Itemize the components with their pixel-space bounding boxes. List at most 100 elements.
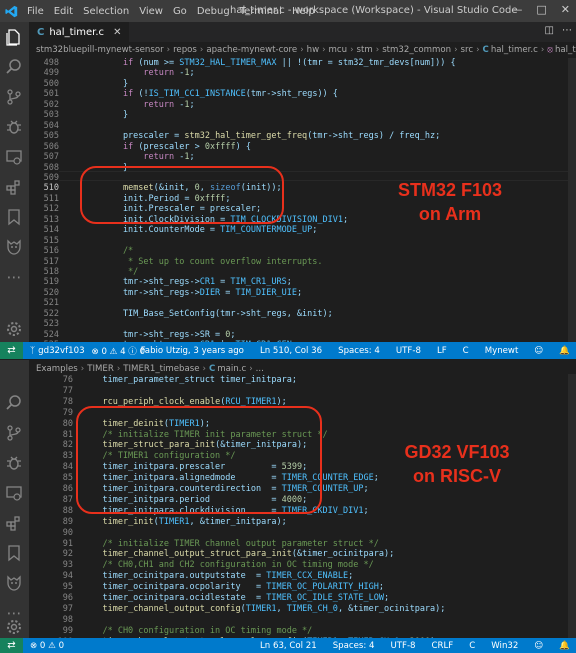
code-line[interactable]: * Set up to count overflow interrupts. bbox=[82, 257, 322, 267]
bookmark-icon[interactable] bbox=[5, 544, 23, 562]
feedback-icon[interactable]: ☺ bbox=[534, 346, 543, 356]
code-line[interactable]: } bbox=[82, 79, 128, 89]
breadcrumb-item[interactable]: hw bbox=[307, 45, 319, 55]
language-mode[interactable]: C bbox=[463, 346, 469, 356]
platformio-icon[interactable] bbox=[5, 574, 23, 592]
code-line[interactable]: TIM_Base_SetConfig(tmr->sht_regs, &init)… bbox=[82, 309, 333, 319]
minimize-icon[interactable]: — bbox=[511, 3, 522, 16]
code-line[interactable]: } bbox=[82, 110, 128, 120]
menu-go[interactable]: Go bbox=[168, 6, 192, 17]
code-line[interactable]: timer_channel_output_struct_para_init(&t… bbox=[82, 549, 394, 560]
breadcrumb-item[interactable]: hal_timer.c bbox=[491, 45, 538, 55]
maximize-icon[interactable]: □ bbox=[536, 3, 546, 16]
eol[interactable]: LF bbox=[437, 346, 447, 356]
extensions-icon[interactable] bbox=[5, 178, 23, 196]
breadcrumb-item[interactable]: apache-mynewt-core bbox=[206, 45, 297, 55]
breadcrumb-item[interactable]: TIMER1_timebase bbox=[123, 364, 199, 374]
breadcrumb-item[interactable]: src bbox=[461, 45, 474, 55]
indentation[interactable]: Spaces: 4 bbox=[338, 346, 380, 356]
code-line[interactable]: /* bbox=[82, 246, 133, 256]
code-line[interactable]: return -1; bbox=[82, 152, 194, 162]
split-editor-icon[interactable]: ◫ bbox=[545, 25, 554, 36]
workspace-name[interactable]: Win32 bbox=[491, 641, 518, 651]
breadcrumb-item[interactable]: stm32bluepill-mynewt-sensor bbox=[36, 45, 164, 55]
code-line[interactable]: timer_parameter_struct timer_initpara; bbox=[82, 375, 296, 386]
search-icon[interactable] bbox=[5, 394, 23, 412]
code-line[interactable]: timer_channel_output_config(TIMER1, TIME… bbox=[82, 604, 445, 615]
problems-count[interactable]: ⊗ 0 ⚠ 0 bbox=[30, 641, 64, 651]
menu-debug[interactable]: Debug bbox=[192, 6, 235, 17]
debug-icon[interactable] bbox=[5, 454, 23, 472]
code-line[interactable]: */ bbox=[82, 267, 138, 277]
chevron-right-icon: › bbox=[300, 45, 304, 55]
tab-close-icon[interactable]: ✕ bbox=[113, 27, 121, 38]
code-line[interactable]: timer_ocinitpara.ocpolarity = TIMER_OC_P… bbox=[82, 582, 383, 593]
code-line[interactable]: if (num >= STM32_HAL_TIMER_MAX || !(tmr … bbox=[82, 58, 456, 68]
explorer-icon[interactable] bbox=[5, 28, 23, 46]
breadcrumb-item[interactable]: repos bbox=[173, 45, 197, 55]
code-line[interactable]: /* initialize TIMER channel output param… bbox=[82, 539, 378, 550]
code-line[interactable]: tmr->sht_regs->SR = 0; bbox=[82, 330, 236, 340]
menu-edit[interactable]: Edit bbox=[49, 6, 78, 17]
code-line[interactable]: return -1; bbox=[82, 100, 194, 110]
breadcrumb-item[interactable]: TIMER bbox=[87, 364, 114, 374]
platformio-icon[interactable] bbox=[5, 238, 23, 256]
feedback-icon[interactable]: ☺ bbox=[534, 641, 543, 651]
encoding[interactable]: UTF-8 bbox=[396, 346, 421, 356]
menu-file[interactable]: File bbox=[22, 6, 49, 17]
code-line[interactable]: init.CounterMode = TIM_COUNTERMODE_UP; bbox=[82, 225, 317, 235]
close-icon[interactable]: ✕ bbox=[561, 3, 570, 16]
bookmark-icon[interactable] bbox=[5, 208, 23, 226]
breadcrumb-item[interactable]: ... bbox=[256, 364, 264, 374]
breadcrumb-item[interactable]: main.c bbox=[217, 364, 246, 374]
source-control-icon[interactable] bbox=[5, 424, 23, 442]
code-line[interactable]: /* CH0 configuration in OC timing mode *… bbox=[82, 626, 312, 637]
extensions-icon[interactable] bbox=[5, 514, 23, 532]
debug-icon[interactable] bbox=[5, 118, 23, 136]
code-line[interactable]: tmr->sht_regs->CR1 = TIM_CR1_URS; bbox=[82, 277, 292, 287]
eol[interactable]: CRLF bbox=[432, 641, 454, 651]
remote-explorer-icon[interactable] bbox=[5, 148, 23, 166]
line-number: 84 bbox=[62, 462, 73, 473]
code-line[interactable]: timer_init(TIMER1, &timer_initpara); bbox=[82, 517, 286, 528]
menu-selection[interactable]: Selection bbox=[78, 6, 134, 17]
remote-icon[interactable]: ⇄ bbox=[0, 342, 23, 359]
breadcrumb-item[interactable]: mcu bbox=[329, 45, 348, 55]
code-line[interactable]: if (prescaler > 0xffff) { bbox=[82, 142, 251, 152]
tab-hal-timer[interactable]: C hal_timer.c ✕ bbox=[29, 22, 130, 42]
breadcrumb-item[interactable]: Examples bbox=[36, 364, 78, 374]
notifications-icon[interactable]: 🔔 bbox=[559, 346, 570, 356]
code-line[interactable]: return -1; bbox=[82, 68, 194, 78]
settings-gear-icon[interactable] bbox=[5, 618, 23, 636]
branch-name[interactable]: gd32vf103 bbox=[38, 346, 84, 356]
code-line[interactable]: prescaler = stm32_hal_timer_get_freq(tmr… bbox=[82, 131, 440, 141]
source-control-icon[interactable] bbox=[5, 88, 23, 106]
code-line[interactable]: timer_ocinitpara.ocidlestate = TIMER_OC_… bbox=[82, 593, 389, 604]
search-icon[interactable] bbox=[5, 58, 23, 76]
menu-view[interactable]: View bbox=[134, 6, 168, 17]
more-icon[interactable]: ⋯ bbox=[5, 268, 23, 286]
c-file-icon: C bbox=[208, 364, 216, 374]
breadcrumb-item[interactable]: hal_timer_config(int_uin bbox=[555, 45, 576, 55]
breadcrumb-item[interactable]: stm bbox=[357, 45, 373, 55]
code-line[interactable]: tmr->sht_regs->DIER = TIM_DIER_UIE; bbox=[82, 288, 302, 298]
more-actions-icon[interactable]: ⋯ bbox=[562, 25, 572, 36]
scrollbar[interactable] bbox=[568, 374, 576, 638]
remote-icon[interactable]: ⇄ bbox=[0, 638, 23, 653]
indentation[interactable]: Spaces: 4 bbox=[333, 641, 375, 651]
notifications-icon[interactable]: 🔔 bbox=[559, 641, 570, 651]
git-blame[interactable]: Fabio Utzig, 3 years ago bbox=[141, 346, 244, 356]
breadcrumb-item[interactable]: stm32_common bbox=[382, 45, 451, 55]
remote-explorer-icon[interactable] bbox=[5, 484, 23, 502]
workspace-name[interactable]: Mynewt bbox=[485, 346, 519, 356]
cursor-position[interactable]: Ln 510, Col 36 bbox=[260, 346, 322, 356]
scrollbar[interactable] bbox=[568, 58, 576, 342]
cursor-position[interactable]: Ln 63, Col 21 bbox=[260, 641, 317, 651]
chevron-right-icon: › bbox=[454, 45, 458, 55]
code-line[interactable]: timer_ocinitpara.outputstate = TIMER_CCX… bbox=[82, 571, 353, 582]
encoding[interactable]: UTF-8 bbox=[390, 641, 415, 651]
settings-gear-icon[interactable] bbox=[5, 320, 23, 338]
language-mode[interactable]: C bbox=[469, 641, 475, 651]
code-line[interactable]: if (!IS_TIM_CC1_INSTANCE(tmr->sht_regs))… bbox=[82, 89, 338, 99]
code-line[interactable]: /* CH0,CH1 and CH2 configuration in OC t… bbox=[82, 560, 373, 571]
